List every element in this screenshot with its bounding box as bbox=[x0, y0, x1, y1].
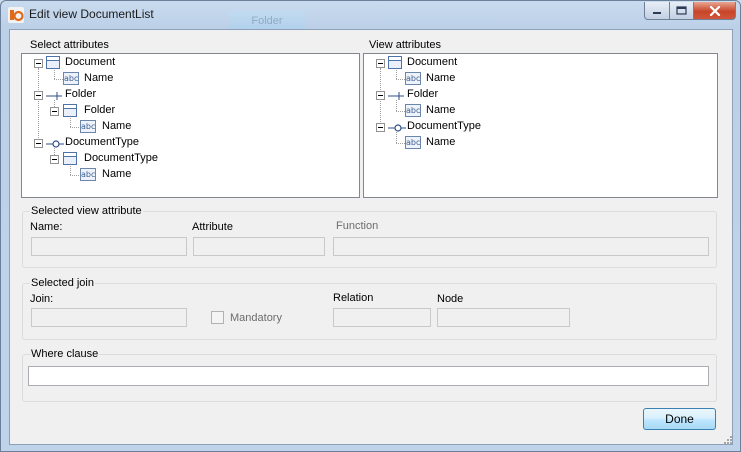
close-button[interactable] bbox=[693, 2, 736, 20]
join-label: Join: bbox=[30, 293, 54, 305]
abc-attribute-icon: abc bbox=[405, 104, 421, 117]
mandatory-checkbox[interactable] bbox=[211, 311, 224, 324]
relation-field[interactable] bbox=[333, 308, 431, 327]
collapse-toggle[interactable] bbox=[376, 123, 385, 132]
tree-connector bbox=[70, 175, 79, 176]
tree-connector bbox=[396, 143, 405, 144]
link-icon bbox=[46, 92, 62, 100]
abc-attribute-icon: abc bbox=[63, 72, 79, 85]
background-folder-button: Folder bbox=[229, 11, 305, 31]
link-circle-icon bbox=[46, 140, 64, 148]
dialog-client-area: Select attributes Document abc Name Fold… bbox=[9, 29, 733, 445]
name-field[interactable] bbox=[31, 237, 187, 256]
close-icon bbox=[709, 5, 720, 16]
minimize-icon bbox=[653, 11, 661, 14]
attribute-label: Attribute bbox=[192, 221, 233, 233]
class-icon bbox=[388, 56, 402, 69]
abc-attribute-icon: abc bbox=[80, 168, 96, 181]
done-button[interactable]: Done bbox=[643, 408, 716, 430]
join-field[interactable] bbox=[31, 308, 187, 327]
selected-join-label: Selected join bbox=[30, 277, 95, 289]
attribute-field[interactable] bbox=[193, 237, 325, 256]
node-label: Node bbox=[437, 293, 464, 305]
resize-grip-icon[interactable] bbox=[722, 434, 732, 444]
title-bar[interactable]: Edit view DocumentList Folder bbox=[1, 1, 740, 31]
function-label: Function bbox=[336, 220, 379, 232]
mandatory-label: Mandatory bbox=[230, 312, 282, 324]
select-attributes-tree[interactable]: Document abc Name Folder Folder abc Name… bbox=[21, 53, 360, 198]
collapse-toggle[interactable] bbox=[376, 91, 385, 100]
collapse-toggle[interactable] bbox=[34, 139, 43, 148]
minimize-button[interactable] bbox=[644, 2, 670, 20]
function-field[interactable] bbox=[333, 237, 709, 256]
tree-connector bbox=[70, 116, 71, 127]
abc-attribute-icon: abc bbox=[80, 120, 96, 133]
tree-connector bbox=[396, 68, 397, 79]
app-logo-icon bbox=[8, 7, 24, 23]
node-field[interactable] bbox=[437, 308, 570, 327]
collapse-toggle[interactable] bbox=[50, 155, 59, 164]
collapse-toggle[interactable] bbox=[376, 59, 385, 68]
collapse-toggle[interactable] bbox=[50, 107, 59, 116]
select-attributes-label: Select attributes bbox=[30, 39, 109, 51]
relation-label: Relation bbox=[333, 292, 374, 304]
tree-connector bbox=[38, 68, 39, 142]
tree-connector bbox=[54, 68, 55, 79]
where-clause-label: Where clause bbox=[30, 348, 100, 360]
tree-connector bbox=[54, 79, 63, 80]
class-icon bbox=[63, 104, 77, 117]
collapse-toggle[interactable] bbox=[34, 91, 43, 100]
tree-connector bbox=[396, 111, 405, 112]
tree-connector bbox=[396, 79, 405, 80]
name-label: Name: bbox=[30, 221, 63, 233]
tree-connector bbox=[70, 164, 71, 175]
maximize-button[interactable] bbox=[669, 2, 694, 20]
tree-connector bbox=[70, 127, 79, 128]
abc-attribute-icon: abc bbox=[405, 136, 421, 149]
window-title: Edit view DocumentList bbox=[29, 7, 154, 21]
abc-attribute-icon: abc bbox=[405, 72, 421, 85]
collapse-toggle[interactable] bbox=[34, 59, 43, 68]
class-icon bbox=[63, 152, 77, 165]
view-attributes-tree[interactable]: Document abc Name Folder abc Name Docume… bbox=[363, 53, 718, 198]
where-clause-input[interactable] bbox=[28, 366, 709, 386]
dialog-window: Edit view DocumentList Folder Select att… bbox=[0, 0, 741, 452]
selected-view-attribute-label: Selected view attribute bbox=[30, 205, 143, 217]
class-icon bbox=[46, 56, 60, 69]
view-attributes-label: View attributes bbox=[369, 39, 441, 51]
link-circle-icon bbox=[388, 124, 406, 132]
link-icon bbox=[388, 92, 404, 100]
restore-icon bbox=[676, 6, 687, 15]
